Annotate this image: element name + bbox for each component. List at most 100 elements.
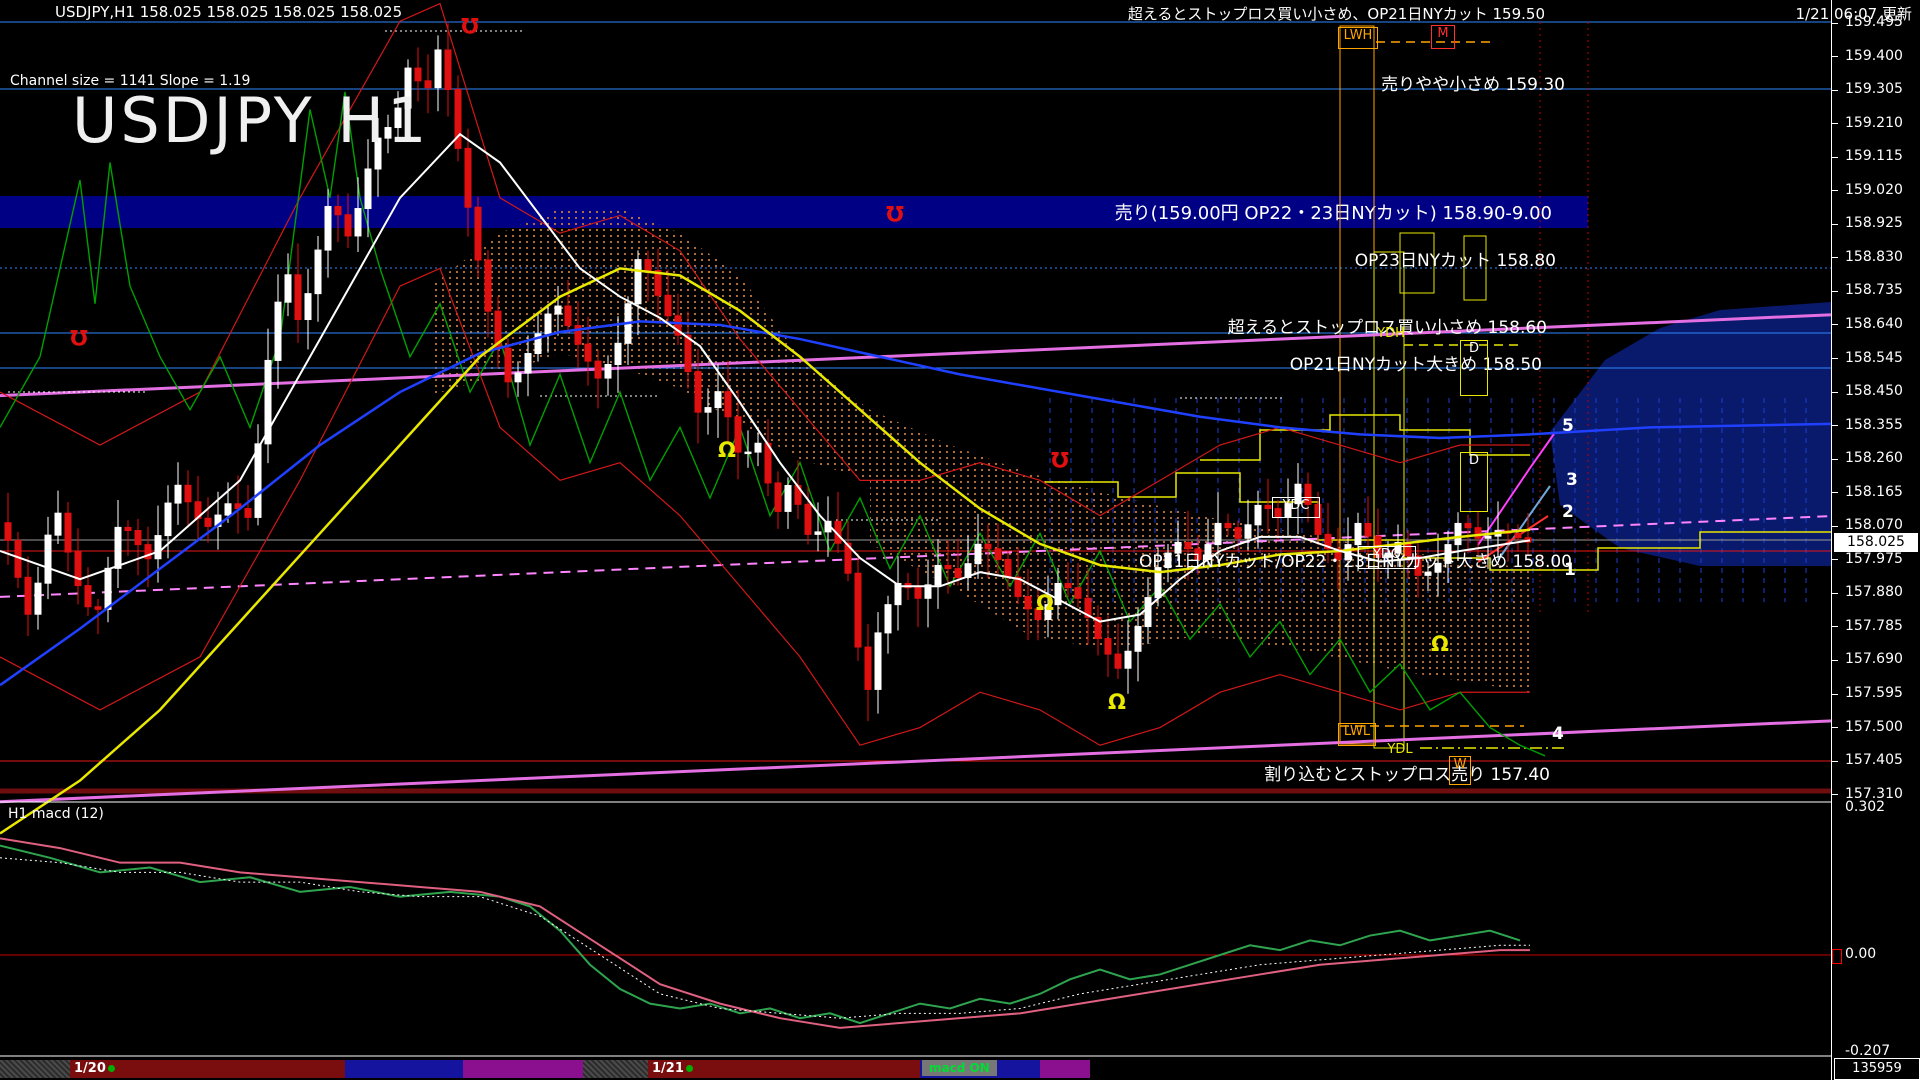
candle-body	[725, 392, 731, 417]
axis-tick	[1832, 492, 1838, 493]
candle-body	[1315, 504, 1321, 534]
candle-body	[735, 417, 741, 452]
candle-body	[615, 343, 621, 364]
candle-body	[475, 207, 481, 260]
candle-body	[5, 523, 11, 541]
macd-on-badge[interactable]: macd ON	[922, 1060, 997, 1076]
candle-body	[1295, 484, 1301, 503]
axis-tick	[1832, 123, 1838, 124]
candle-body	[175, 485, 181, 503]
axis-tick	[1832, 291, 1838, 292]
timeline-bar[interactable]: 1/20 1/21	[0, 1058, 1831, 1080]
candle-body	[1175, 542, 1181, 553]
price-tick-label: 158.735	[1845, 282, 1903, 298]
candle-body	[35, 583, 41, 614]
candle-body	[645, 260, 651, 271]
axis-tick	[1832, 190, 1838, 191]
candle-body	[595, 361, 601, 378]
timeline-segment[interactable]	[345, 1060, 463, 1078]
macd-tick-label: 0.302	[1845, 799, 1885, 815]
candle-body	[435, 50, 441, 88]
candle-body	[345, 215, 351, 236]
title-bar: USDJPY,H1 158.025 158.025 158.025 158.02…	[0, 0, 1920, 22]
axis-tick	[1832, 90, 1838, 91]
candle-body	[1045, 605, 1051, 620]
candle-body	[885, 605, 891, 633]
candle-body	[185, 485, 191, 501]
candle-body	[385, 128, 391, 139]
candle-body	[125, 527, 131, 530]
timeline-segment[interactable]	[583, 1060, 648, 1078]
candle-body	[1455, 523, 1461, 544]
candle-body	[1255, 505, 1261, 524]
price-tick-label: 158.830	[1845, 249, 1903, 265]
update-timestamp: 1/21 06:07 更新	[1796, 3, 1912, 24]
candle-body	[1485, 536, 1491, 538]
price-tick-label: 157.500	[1845, 719, 1903, 735]
macd-pink	[0, 838, 1530, 1028]
candle-body	[855, 573, 861, 647]
chart-canvas[interactable]	[0, 0, 1920, 1080]
candle-body	[1515, 533, 1521, 537]
price-tick-label: 157.595	[1845, 685, 1903, 701]
price-tick-label: 158.260	[1845, 450, 1903, 466]
candle-body	[1195, 549, 1201, 560]
price-axis[interactable]: 158.025 135959 159.495159.400159.305159.…	[1831, 0, 1920, 1080]
candle-body	[505, 348, 511, 382]
timeline-date-label: 1/21	[652, 1061, 684, 1076]
axis-tick	[1832, 56, 1838, 57]
timeline-segment[interactable]	[0, 1060, 70, 1078]
candle-body	[95, 607, 101, 610]
candle-body	[545, 314, 551, 334]
candle-body	[955, 569, 961, 578]
candle-body	[805, 504, 811, 534]
price-tick-label: 157.405	[1845, 752, 1903, 768]
price-tick-label: 158.925	[1845, 215, 1903, 231]
candle-body	[695, 372, 701, 413]
top-right-note: 超えるとストップロス買い小さめ、OP21日NYカット 159.50	[1128, 3, 1545, 24]
timeline-segment[interactable]	[1090, 1060, 1831, 1078]
candle-body	[425, 81, 431, 88]
axis-tick	[1832, 157, 1838, 158]
candle-body	[1035, 609, 1041, 620]
price-tick-label: 159.305	[1845, 81, 1903, 97]
candle-body	[525, 354, 531, 373]
candle-body	[1405, 542, 1411, 555]
axis-tick	[1832, 224, 1838, 225]
candle-body	[1005, 559, 1011, 577]
candle-body	[1465, 523, 1471, 527]
candle-body	[375, 138, 381, 169]
wave3-line	[1498, 486, 1550, 560]
axis-tick	[1832, 593, 1838, 594]
candle-body	[635, 260, 641, 304]
candle-body	[315, 250, 321, 294]
timeline-date-label: 1/20	[74, 1061, 106, 1076]
axis-tick	[1832, 694, 1838, 695]
candle-body	[465, 148, 471, 207]
macd-tick-label: 0.00	[1845, 946, 1876, 962]
candle-body	[1265, 505, 1271, 508]
price-tick-label: 158.165	[1845, 484, 1903, 500]
candle-body	[1425, 572, 1431, 575]
candle-body	[65, 513, 71, 552]
candle-body	[415, 68, 421, 81]
candle-body	[325, 207, 331, 251]
axis-bottom-value: 135959	[1834, 1058, 1920, 1080]
candle-body	[1245, 525, 1251, 538]
candle-body	[395, 108, 401, 127]
candle-body	[275, 302, 281, 360]
candle-body	[665, 295, 671, 315]
price-tick-label: 158.545	[1845, 350, 1903, 366]
price-tick-label: 158.355	[1845, 417, 1903, 433]
axis-tick	[1832, 660, 1838, 661]
timeline-segment[interactable]	[1040, 1060, 1090, 1078]
candle-body	[55, 513, 61, 535]
candle-body	[785, 486, 791, 512]
candle-body	[1225, 523, 1231, 527]
macd-tick-label: -0.207	[1845, 1043, 1890, 1059]
candle-body	[1025, 597, 1031, 609]
candle-body	[1125, 651, 1131, 668]
axis-tick	[1832, 727, 1838, 728]
timeline-segment[interactable]	[463, 1060, 583, 1078]
session-box	[1400, 233, 1434, 293]
